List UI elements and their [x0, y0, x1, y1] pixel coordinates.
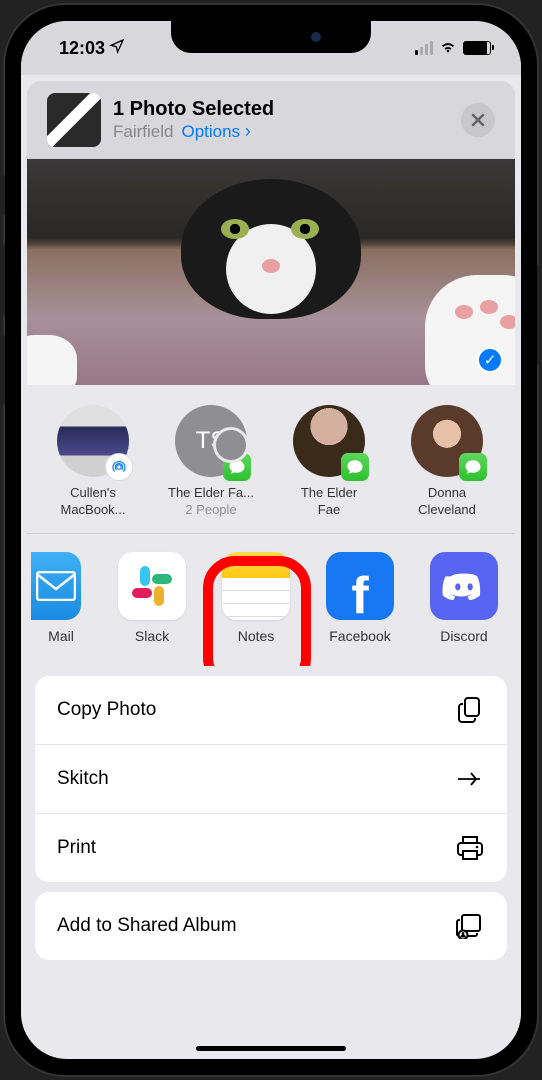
location-icon — [109, 38, 125, 59]
notch — [171, 21, 371, 53]
app-label: Slack — [109, 628, 195, 644]
contact-cullens-macbook[interactable]: Cullen'sMacBook... — [41, 405, 145, 519]
action-list: Copy Photo Skitch Print — [35, 676, 507, 882]
action-skitch[interactable]: Skitch — [35, 745, 507, 814]
mute-switch — [1, 175, 5, 215]
app-slack[interactable]: Slack — [109, 552, 195, 644]
app-label: Mail — [31, 628, 91, 644]
group-avatar: TS — [175, 405, 247, 477]
contact-label: The Elder Fa... — [159, 485, 263, 502]
apps-row[interactable]: Mail Slack Notes f Facebook — [27, 533, 515, 666]
volume-down — [1, 335, 5, 405]
contact-donna[interactable]: DonnaCleveland — [395, 405, 499, 519]
contact-label: The ElderFae — [277, 485, 381, 519]
action-label: Skitch — [57, 768, 109, 790]
contact-elder-fae[interactable]: The ElderFae — [277, 405, 381, 519]
app-mail[interactable]: Mail — [31, 552, 91, 644]
action-list-2: Add to Shared Album — [35, 892, 507, 960]
app-label: Notes — [213, 628, 299, 644]
contact-sublabel: 2 People — [159, 502, 263, 517]
airdrop-icon — [105, 453, 133, 481]
action-label: Print — [57, 837, 96, 859]
messages-icon — [223, 453, 251, 481]
app-label: Discord — [421, 628, 507, 644]
chevron-right-icon: › — [245, 121, 251, 141]
status-time: 12:03 — [59, 38, 105, 59]
app-notes[interactable]: Notes — [213, 552, 299, 644]
close-button[interactable] — [461, 103, 495, 137]
contact-elder-group[interactable]: TS The Elder Fa... 2 People — [159, 405, 263, 519]
macbook-avatar — [57, 405, 129, 477]
selection-checkmark-icon[interactable]: ✓ — [477, 347, 503, 373]
cellular-icon — [415, 41, 433, 55]
app-label: Facebook — [317, 628, 403, 644]
action-print[interactable]: Print — [35, 814, 507, 882]
volume-up — [1, 245, 5, 315]
app-discord[interactable]: Discord — [421, 552, 507, 644]
home-indicator[interactable] — [196, 1046, 346, 1051]
action-copy-photo[interactable]: Copy Photo — [35, 676, 507, 745]
contacts-row[interactable]: Cullen'sMacBook... TS The Elder Fa... 2 … — [27, 385, 515, 533]
mail-icon — [31, 552, 81, 620]
share-sheet-header: 1 Photo Selected Fairfield Options › — [27, 81, 515, 159]
action-label: Copy Photo — [57, 699, 156, 721]
discord-icon — [430, 552, 498, 620]
app-facebook[interactable]: f Facebook — [317, 552, 403, 644]
copy-icon — [455, 695, 485, 725]
notes-icon — [222, 552, 290, 620]
header-location: Fairfield — [113, 122, 173, 142]
options-link[interactable]: Options › — [181, 121, 250, 142]
close-icon — [471, 113, 485, 127]
contact-label: Cullen'sMacBook... — [41, 485, 145, 519]
action-add-shared-album[interactable]: Add to Shared Album — [35, 892, 507, 960]
selected-photo-thumbnail[interactable] — [47, 93, 101, 147]
phone-frame: 12:03 1 Photo Selected Fairfield — [5, 5, 537, 1075]
contact-avatar — [411, 405, 483, 477]
contact-avatar — [293, 405, 365, 477]
messages-icon — [459, 453, 487, 481]
action-label: Add to Shared Album — [57, 915, 237, 937]
side-button — [537, 265, 541, 365]
wifi-icon — [439, 38, 457, 59]
shared-album-icon — [455, 911, 485, 941]
battery-icon — [463, 41, 491, 55]
print-icon — [455, 833, 485, 863]
skitch-icon — [455, 764, 485, 794]
cat-photo-content — [171, 169, 371, 329]
facebook-icon: f — [326, 552, 394, 620]
contact-label: DonnaCleveland — [395, 485, 499, 519]
slack-icon — [118, 552, 186, 620]
screen: 12:03 1 Photo Selected Fairfield — [21, 21, 521, 1059]
header-title: 1 Photo Selected — [113, 98, 449, 121]
photo-preview[interactable]: ✓ — [27, 159, 515, 385]
messages-icon — [341, 453, 369, 481]
